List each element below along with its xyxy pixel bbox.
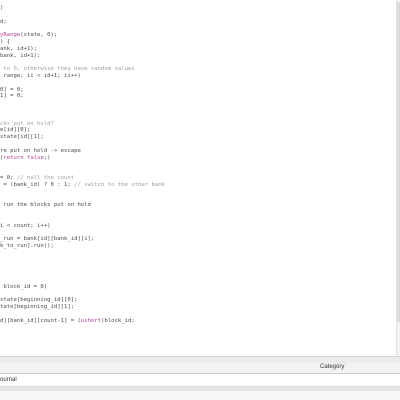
code-editor[interactable]: ) d; yRange(state, 0);) {ank, id+1); bank, … (0, 0, 396, 356)
code-line: 1] = 0; (0, 93, 24, 100)
panel-tab-row: ournal (0, 374, 400, 387)
journal-tab[interactable]: ournal (0, 375, 17, 385)
code-line: ) (0, 5, 4, 11)
code-line: (return false;) (0, 154, 51, 161)
code-line: state[id][1]; (0, 134, 44, 141)
vertical-scrollbar[interactable] (396, 0, 400, 356)
code-line: tate[beginning_id][1]; (0, 304, 75, 311)
code-line: d; (0, 18, 7, 25)
code-lines: ) d; yRange(state, 0);) {ank, id+1); bank, … (0, 5, 165, 345)
code-line: cks put on hold? (0, 120, 54, 127)
code-line: _run = bank[id][bank_id][i]; (0, 236, 95, 243)
code-line: range; ii < id+1; ii++) (0, 72, 81, 79)
panel-splitter[interactable] (0, 356, 400, 363)
code-line: k_to_run].run(); (0, 242, 54, 249)
code-line: yRange(state, 0); (0, 32, 58, 39)
code-line: run the blocks put on hold (0, 202, 91, 209)
panel-strip (0, 387, 400, 391)
code-line: ) { (0, 38, 11, 45)
category-column-header[interactable]: Category (320, 364, 344, 370)
code-line: state[beginning_id][0]; (0, 297, 78, 304)
code-line: = (bank_id) ? 0 : 1; // switch to the ot… (0, 181, 166, 188)
code-line: i < count; i++) (0, 222, 51, 229)
panel-column-header-bar: Category (0, 363, 400, 374)
code-line: = 0; // null the count (0, 174, 75, 181)
code-line: bank, id+1); (0, 52, 41, 59)
bottom-panel: Category ournal (0, 363, 400, 400)
code-line: e[id][0]; (0, 127, 31, 134)
code-line: re put on hold -> escape (0, 147, 81, 154)
code-line: to 0, otherwise they have random values (0, 66, 135, 73)
code-line: 0] = 0; (0, 86, 24, 93)
code-line: ank, id+1); (0, 45, 38, 52)
code-line: block_id = 0) (0, 283, 48, 290)
code-line: d][bank_id][count-1] = (ushort)block_id; (0, 317, 135, 324)
